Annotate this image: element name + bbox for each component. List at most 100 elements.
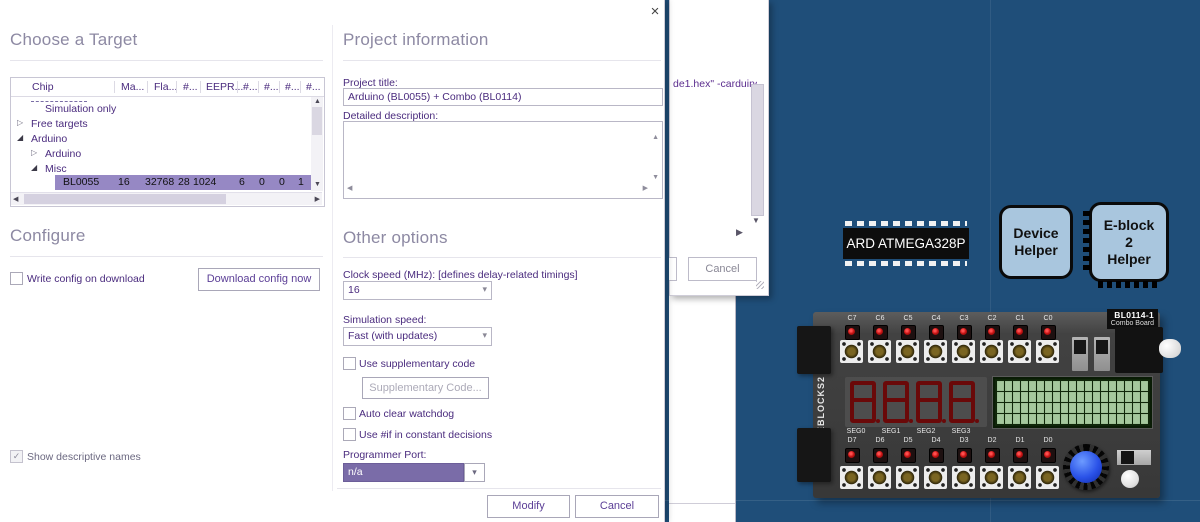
tree-item-arduino[interactable]: ◢Arduino <box>11 131 311 146</box>
lcd-cell <box>1037 392 1044 402</box>
slide-switch[interactable] <box>1117 450 1151 465</box>
programmer-port-combo[interactable]: n/a <box>343 463 464 482</box>
tree-expanded-icon[interactable]: ◢ <box>17 133 23 142</box>
background-dialog: de1.hex" -carduino ▼ ▶ Cancel <box>669 0 769 296</box>
chevron-down-icon[interactable]: ▾ <box>482 330 487 341</box>
tree-item-simulation-only[interactable]: Simulation only <box>11 101 311 116</box>
lcd-cell <box>1077 381 1084 391</box>
table-vertical-scrollbar[interactable]: ▲ ▼ <box>311 97 323 191</box>
tree-item-free-targets[interactable]: ▷Free targets <box>11 116 311 131</box>
tree-expanded-icon[interactable]: ◢ <box>31 163 37 172</box>
selected-chip-row[interactable]: BL005516327682810246001 <box>55 175 312 190</box>
push-button-d2[interactable] <box>980 466 1003 489</box>
lcd-cell <box>1005 381 1012 391</box>
column-header-0[interactable]: Chip <box>32 81 54 93</box>
tree-item-misc[interactable]: ◢Misc <box>11 161 311 176</box>
modify-button[interactable]: Modify <box>487 495 570 518</box>
scrollbar-thumb[interactable] <box>24 194 226 204</box>
resize-grip-icon[interactable] <box>756 281 764 289</box>
push-button-c0[interactable] <box>1036 340 1059 363</box>
column-header-3[interactable]: #... <box>183 81 198 93</box>
ldr-ball[interactable] <box>1121 470 1139 488</box>
tree-collapsed-icon[interactable]: ▷ <box>17 118 23 127</box>
column-header-2[interactable]: Fla... <box>154 81 177 93</box>
push-button-c6[interactable] <box>868 340 891 363</box>
download-config-button[interactable]: Download config now <box>198 268 320 291</box>
show-descriptive-names-checkbox[interactable]: ✓ <box>10 450 23 463</box>
close-icon[interactable]: × <box>646 3 664 21</box>
simulation-speed-combo[interactable]: Fast (with updates) ▾ <box>343 327 492 346</box>
scroll-up-icon[interactable]: ▲ <box>314 98 321 105</box>
ard-atmega328p-chip[interactable]: ARD ATMEGA328P <box>843 228 969 259</box>
tree-collapsed-icon[interactable]: ▷ <box>31 148 37 157</box>
push-button-c4[interactable] <box>924 340 947 363</box>
column-header-6[interactable]: #... <box>264 81 279 93</box>
dialog-cancel-button[interactable]: Cancel <box>575 495 659 518</box>
push-button-d0[interactable] <box>1036 466 1059 489</box>
push-button-d6[interactable] <box>868 466 891 489</box>
choose-target-heading: Choose a Target <box>10 30 137 50</box>
scroll-right-icon[interactable]: ▶ <box>643 181 648 197</box>
scroll-down-icon[interactable]: ▼ <box>750 216 762 225</box>
push-button-d5[interactable] <box>896 466 919 489</box>
port-c-label: C1 <box>1008 315 1032 322</box>
column-header-5[interactable]: #... <box>243 81 258 93</box>
lcd-cell <box>1037 381 1044 391</box>
description-textarea[interactable]: ▲ ▼ ◀ ▶ <box>343 121 663 199</box>
lcd-cell <box>1045 392 1052 402</box>
push-button-c3[interactable] <box>952 340 975 363</box>
lcd-cell <box>1029 381 1036 391</box>
chevron-down-icon[interactable]: ▾ <box>482 284 487 295</box>
push-button-d4[interactable] <box>924 466 947 489</box>
supplementary-code-button[interactable]: Supplementary Code... <box>362 377 489 399</box>
dip-switch[interactable] <box>1094 337 1110 371</box>
scroll-left-icon[interactable]: ◀ <box>347 181 352 197</box>
auto-clear-watchdog-checkbox[interactable] <box>343 407 356 420</box>
column-divider <box>332 25 333 491</box>
potentiometer-knob[interactable] <box>1063 444 1109 490</box>
footer-divider <box>337 488 661 489</box>
background-cancel-button[interactable]: Cancel <box>688 257 757 281</box>
seven-seg-digit <box>850 381 883 423</box>
write-config-checkbox[interactable] <box>10 272 23 285</box>
chip-table-header[interactable]: ChipMa...Fla...#...EEPR...#...#...#...#.… <box>11 78 324 97</box>
output-scrollbar[interactable] <box>751 84 764 216</box>
led-d2 <box>985 448 1000 463</box>
scroll-right-icon[interactable]: ▶ <box>315 195 320 203</box>
scroll-down-icon[interactable]: ▼ <box>652 170 659 186</box>
column-header-8[interactable]: #... <box>306 81 321 93</box>
column-header-1[interactable]: Ma... <box>121 81 144 93</box>
lcd-cell <box>1069 381 1076 391</box>
section-divider <box>10 256 323 257</box>
scrollbar-thumb[interactable] <box>312 107 322 135</box>
use-if-constant-checkbox[interactable] <box>343 428 356 441</box>
scroll-right-icon[interactable]: ▶ <box>736 227 743 238</box>
use-supplementary-code-checkbox[interactable] <box>343 357 356 370</box>
lcd-cell <box>1037 403 1044 413</box>
push-button-c2[interactable] <box>980 340 1003 363</box>
project-title-input[interactable]: Arduino (BL0055) + Combo (BL0114) <box>343 88 663 106</box>
dip-switch[interactable] <box>1072 337 1088 371</box>
lcd-cell <box>1053 392 1060 402</box>
device-helper-block[interactable]: Device Helper <box>999 205 1073 279</box>
push-button-d7[interactable] <box>840 466 863 489</box>
scroll-up-icon[interactable]: ▲ <box>652 130 659 146</box>
led-c2 <box>985 325 1000 340</box>
tree-item-arduino[interactable]: ▷Arduino <box>11 146 311 161</box>
eblock-2-helper-block[interactable]: E-block 2 Helper <box>1089 202 1169 282</box>
push-button-c1[interactable] <box>1008 340 1031 363</box>
push-button-d3[interactable] <box>952 466 975 489</box>
lcd-cell <box>1061 392 1068 402</box>
push-button-c7[interactable] <box>840 340 863 363</box>
lcd-cell <box>1093 403 1100 413</box>
scroll-left-icon[interactable]: ◀ <box>13 195 18 203</box>
led-d7 <box>845 448 860 463</box>
chevron-down-icon[interactable]: ▾ <box>464 463 485 482</box>
push-button-d1[interactable] <box>1008 466 1031 489</box>
scroll-down-icon[interactable]: ▼ <box>314 181 321 188</box>
show-descriptive-names-label: Show descriptive names <box>27 451 141 463</box>
push-button-c5[interactable] <box>896 340 919 363</box>
clock-speed-combo[interactable]: 16 ▾ <box>343 281 492 300</box>
table-horizontal-scrollbar[interactable]: ◀ ▶ <box>11 192 322 205</box>
column-header-7[interactable]: #... <box>285 81 300 93</box>
